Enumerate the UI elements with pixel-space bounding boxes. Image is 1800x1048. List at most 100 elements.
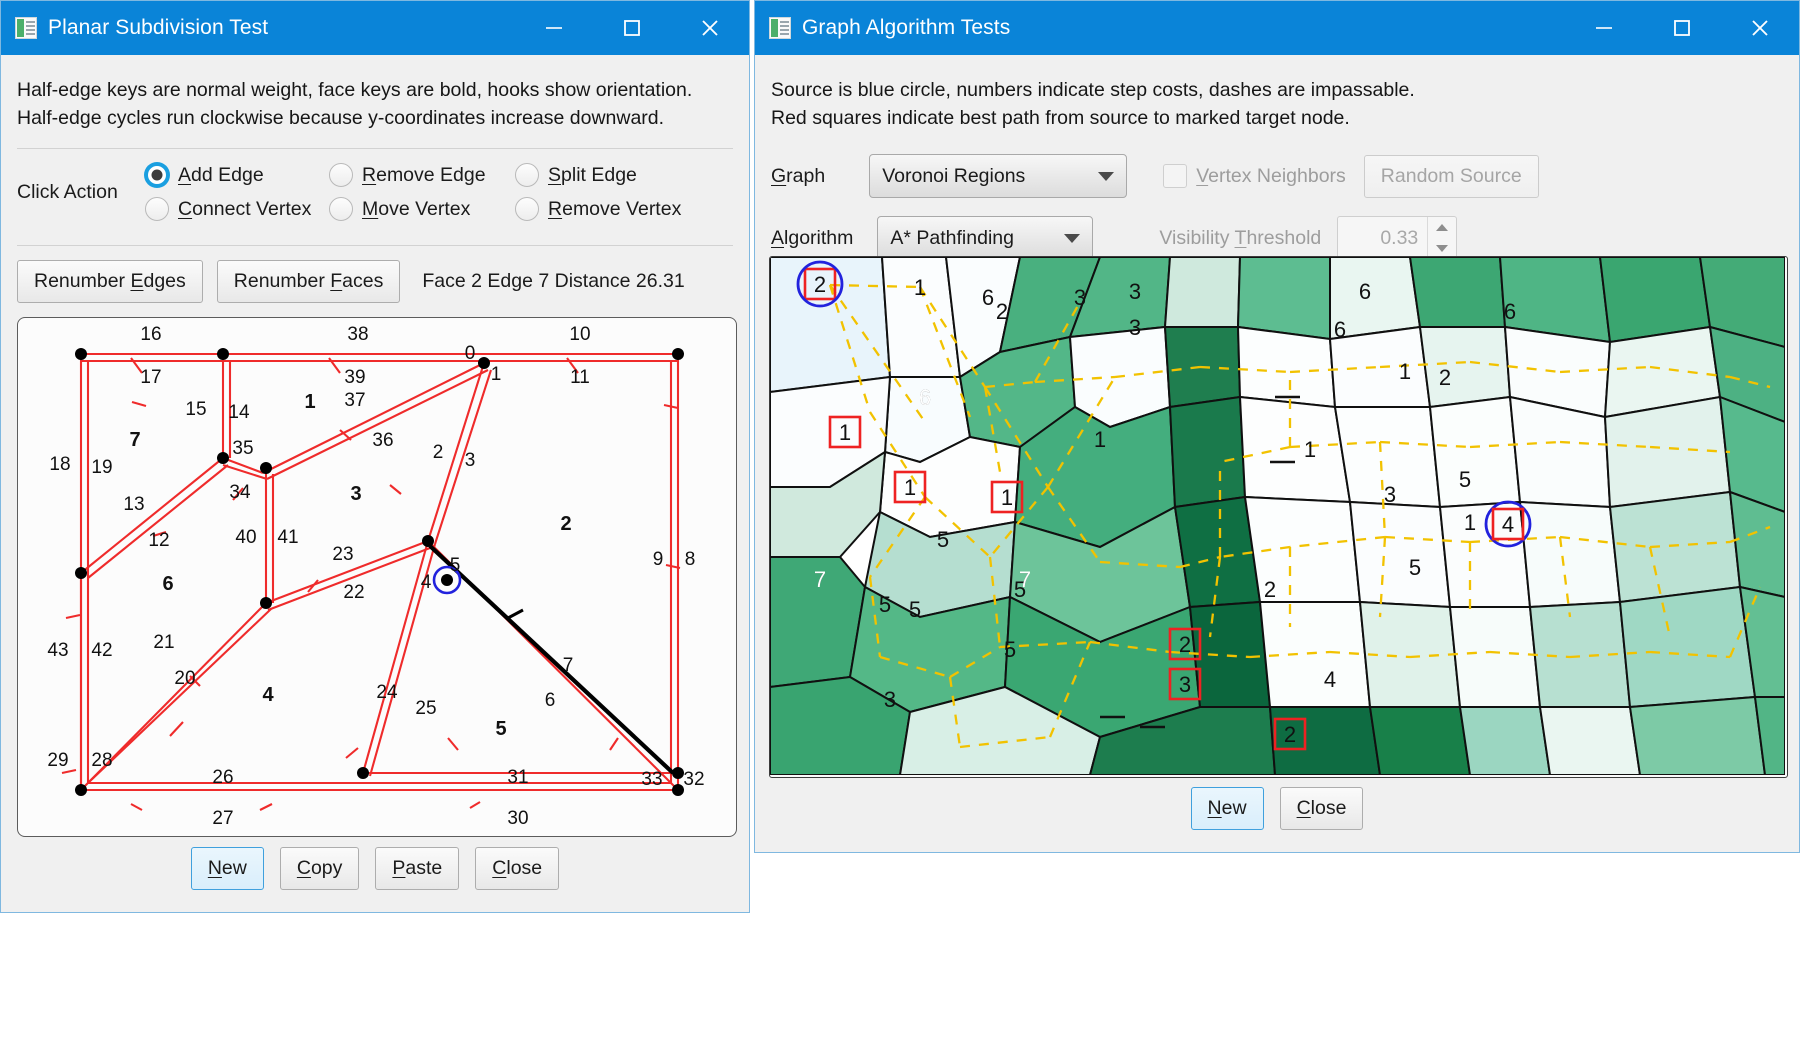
svg-text:31: 31 (507, 767, 528, 788)
vertex-neighbors-label: ertex Neighbors (1208, 164, 1346, 187)
svg-text:1: 1 (1001, 485, 1013, 510)
copy-button[interactable]: Copy (279, 847, 360, 890)
algorithm-select[interactable]: A* Pathfinding (877, 216, 1094, 261)
radio-add-edge[interactable]: Add Edge (145, 163, 329, 188)
svg-text:29: 29 (47, 750, 68, 771)
new-button[interactable]: New (190, 847, 264, 890)
radio-connect-vertex[interactable]: Connect Vertex (145, 197, 329, 222)
click-action-label: Click Action (17, 180, 118, 203)
svg-text:1: 1 (1094, 427, 1106, 452)
visibility-threshold-stepper[interactable]: 0.33 (1337, 216, 1458, 261)
svg-text:7: 7 (1019, 567, 1031, 592)
svg-text:26: 26 (212, 767, 233, 788)
close-icon[interactable] (1721, 1, 1799, 55)
radio-label-remove-edge: emove Edge (376, 163, 486, 186)
svg-text:2: 2 (996, 299, 1008, 324)
visibility-threshold-value: 0.33 (1380, 226, 1419, 249)
graph-canvas[interactable]: 163 33 666 12 26 11 53 55 55 53 77 25 41… (769, 256, 1788, 778)
svg-text:38: 38 (347, 324, 368, 345)
chevron-down-icon (1098, 171, 1115, 181)
svg-text:4: 4 (262, 684, 274, 706)
svg-text:7: 7 (129, 429, 140, 451)
close-button[interactable]: Close (475, 847, 560, 890)
svg-text:25: 25 (415, 698, 436, 719)
left-titlebar: Planar Subdivision Test (1, 1, 749, 55)
minimize-icon[interactable] (515, 1, 593, 55)
svg-text:1: 1 (1464, 510, 1476, 535)
svg-text:2: 2 (1284, 722, 1296, 747)
svg-text:6: 6 (545, 690, 556, 711)
renumber-edges-button[interactable]: Renumber Edges (17, 260, 203, 304)
close-icon[interactable] (671, 1, 749, 55)
radio-remove-vertex[interactable]: Remove Vertex (515, 197, 681, 222)
graph-algorithm-window: Graph Algorithm Tests Source is blue cir… (754, 0, 1800, 853)
svg-text:34: 34 (229, 482, 251, 503)
svg-text:2: 2 (1439, 365, 1451, 390)
svg-text:6: 6 (982, 285, 994, 310)
left-footer: New Copy Paste Close (1, 847, 749, 890)
svg-text:0: 0 (465, 343, 476, 364)
svg-text:43: 43 (47, 640, 68, 661)
subdivision-canvas[interactable]: 16 38 10 17 39 11 15 14 37 36 2 3 18 19 35 34 13 12… (17, 317, 737, 837)
svg-text:27: 27 (212, 808, 233, 829)
radio-split-edge[interactable]: Split Edge (515, 163, 681, 188)
svg-text:16: 16 (140, 324, 161, 345)
radio-label-connect-vertex: onnect Vertex (192, 197, 312, 220)
svg-text:3: 3 (350, 483, 361, 505)
maximize-icon[interactable] (593, 1, 671, 55)
svg-text:3: 3 (465, 450, 476, 471)
svg-text:6: 6 (919, 385, 931, 410)
new-button[interactable]: New (1190, 787, 1264, 830)
svg-text:40: 40 (235, 527, 256, 548)
svg-text:5: 5 (1409, 555, 1421, 580)
renumber-faces-button[interactable]: Renumber Faces (216, 260, 401, 304)
algorithm-select-value: A* Pathfinding (890, 226, 1014, 249)
svg-text:32: 32 (683, 769, 704, 790)
svg-text:5: 5 (1004, 637, 1016, 662)
vertex-neighbors-checkbox[interactable]: Vertex Neighbors (1163, 164, 1346, 189)
planar-subdivision-window: Planar Subdivision Test Half-edge keys a… (0, 0, 750, 913)
checkbox-icon (1163, 164, 1188, 189)
svg-text:22: 22 (343, 582, 364, 603)
random-source-button[interactable]: Random Source (1363, 154, 1539, 198)
svg-text:23: 23 (332, 544, 353, 565)
svg-text:1: 1 (904, 475, 916, 500)
stepper-arrows[interactable] (1427, 217, 1456, 260)
radio-label-add-edge: dd Edge (191, 163, 264, 186)
left-description: Half-edge keys are normal weight, face k… (17, 77, 733, 132)
graph-select[interactable]: Voronoi Regions (869, 154, 1128, 199)
radio-label-split-edge: plit Edge (561, 163, 637, 186)
svg-text:17: 17 (140, 367, 161, 388)
svg-text:12: 12 (148, 530, 169, 551)
svg-text:4: 4 (1324, 667, 1336, 692)
radio-move-vertex[interactable]: Move Vertex (329, 197, 515, 222)
radio-remove-edge[interactable]: Remove Edge (329, 163, 515, 188)
maximize-icon[interactable] (1643, 1, 1721, 55)
stepper-up-icon[interactable] (1428, 217, 1456, 238)
face-labels: 1 7 3 2 6 4 5 (129, 391, 571, 740)
svg-text:4: 4 (421, 572, 432, 593)
svg-text:13: 13 (123, 494, 144, 515)
click-action-group: Click Action Add Edge Remove Edge Split … (17, 149, 733, 229)
close-button[interactable]: Close (1279, 787, 1364, 830)
paste-button[interactable]: Paste (375, 847, 460, 890)
svg-text:2: 2 (814, 272, 826, 297)
svg-text:1: 1 (1304, 437, 1316, 462)
svg-text:36: 36 (372, 430, 393, 451)
svg-text:3: 3 (1129, 279, 1141, 304)
svg-text:3: 3 (1074, 285, 1086, 310)
app-icon (15, 17, 37, 39)
svg-text:15: 15 (185, 399, 206, 420)
svg-text:1: 1 (839, 420, 851, 445)
svg-text:19: 19 (91, 457, 112, 478)
minimize-icon[interactable] (1565, 1, 1643, 55)
svg-text:6: 6 (1334, 317, 1346, 342)
radio-dot-icon (329, 163, 353, 188)
highlighted-edge (428, 544, 675, 775)
right-window-title: Graph Algorithm Tests (802, 16, 1011, 39)
svg-text:4: 4 (1502, 512, 1514, 537)
svg-text:2: 2 (560, 513, 571, 535)
svg-text:42: 42 (91, 640, 112, 661)
svg-text:11: 11 (570, 367, 590, 388)
svg-text:2: 2 (1179, 632, 1191, 657)
